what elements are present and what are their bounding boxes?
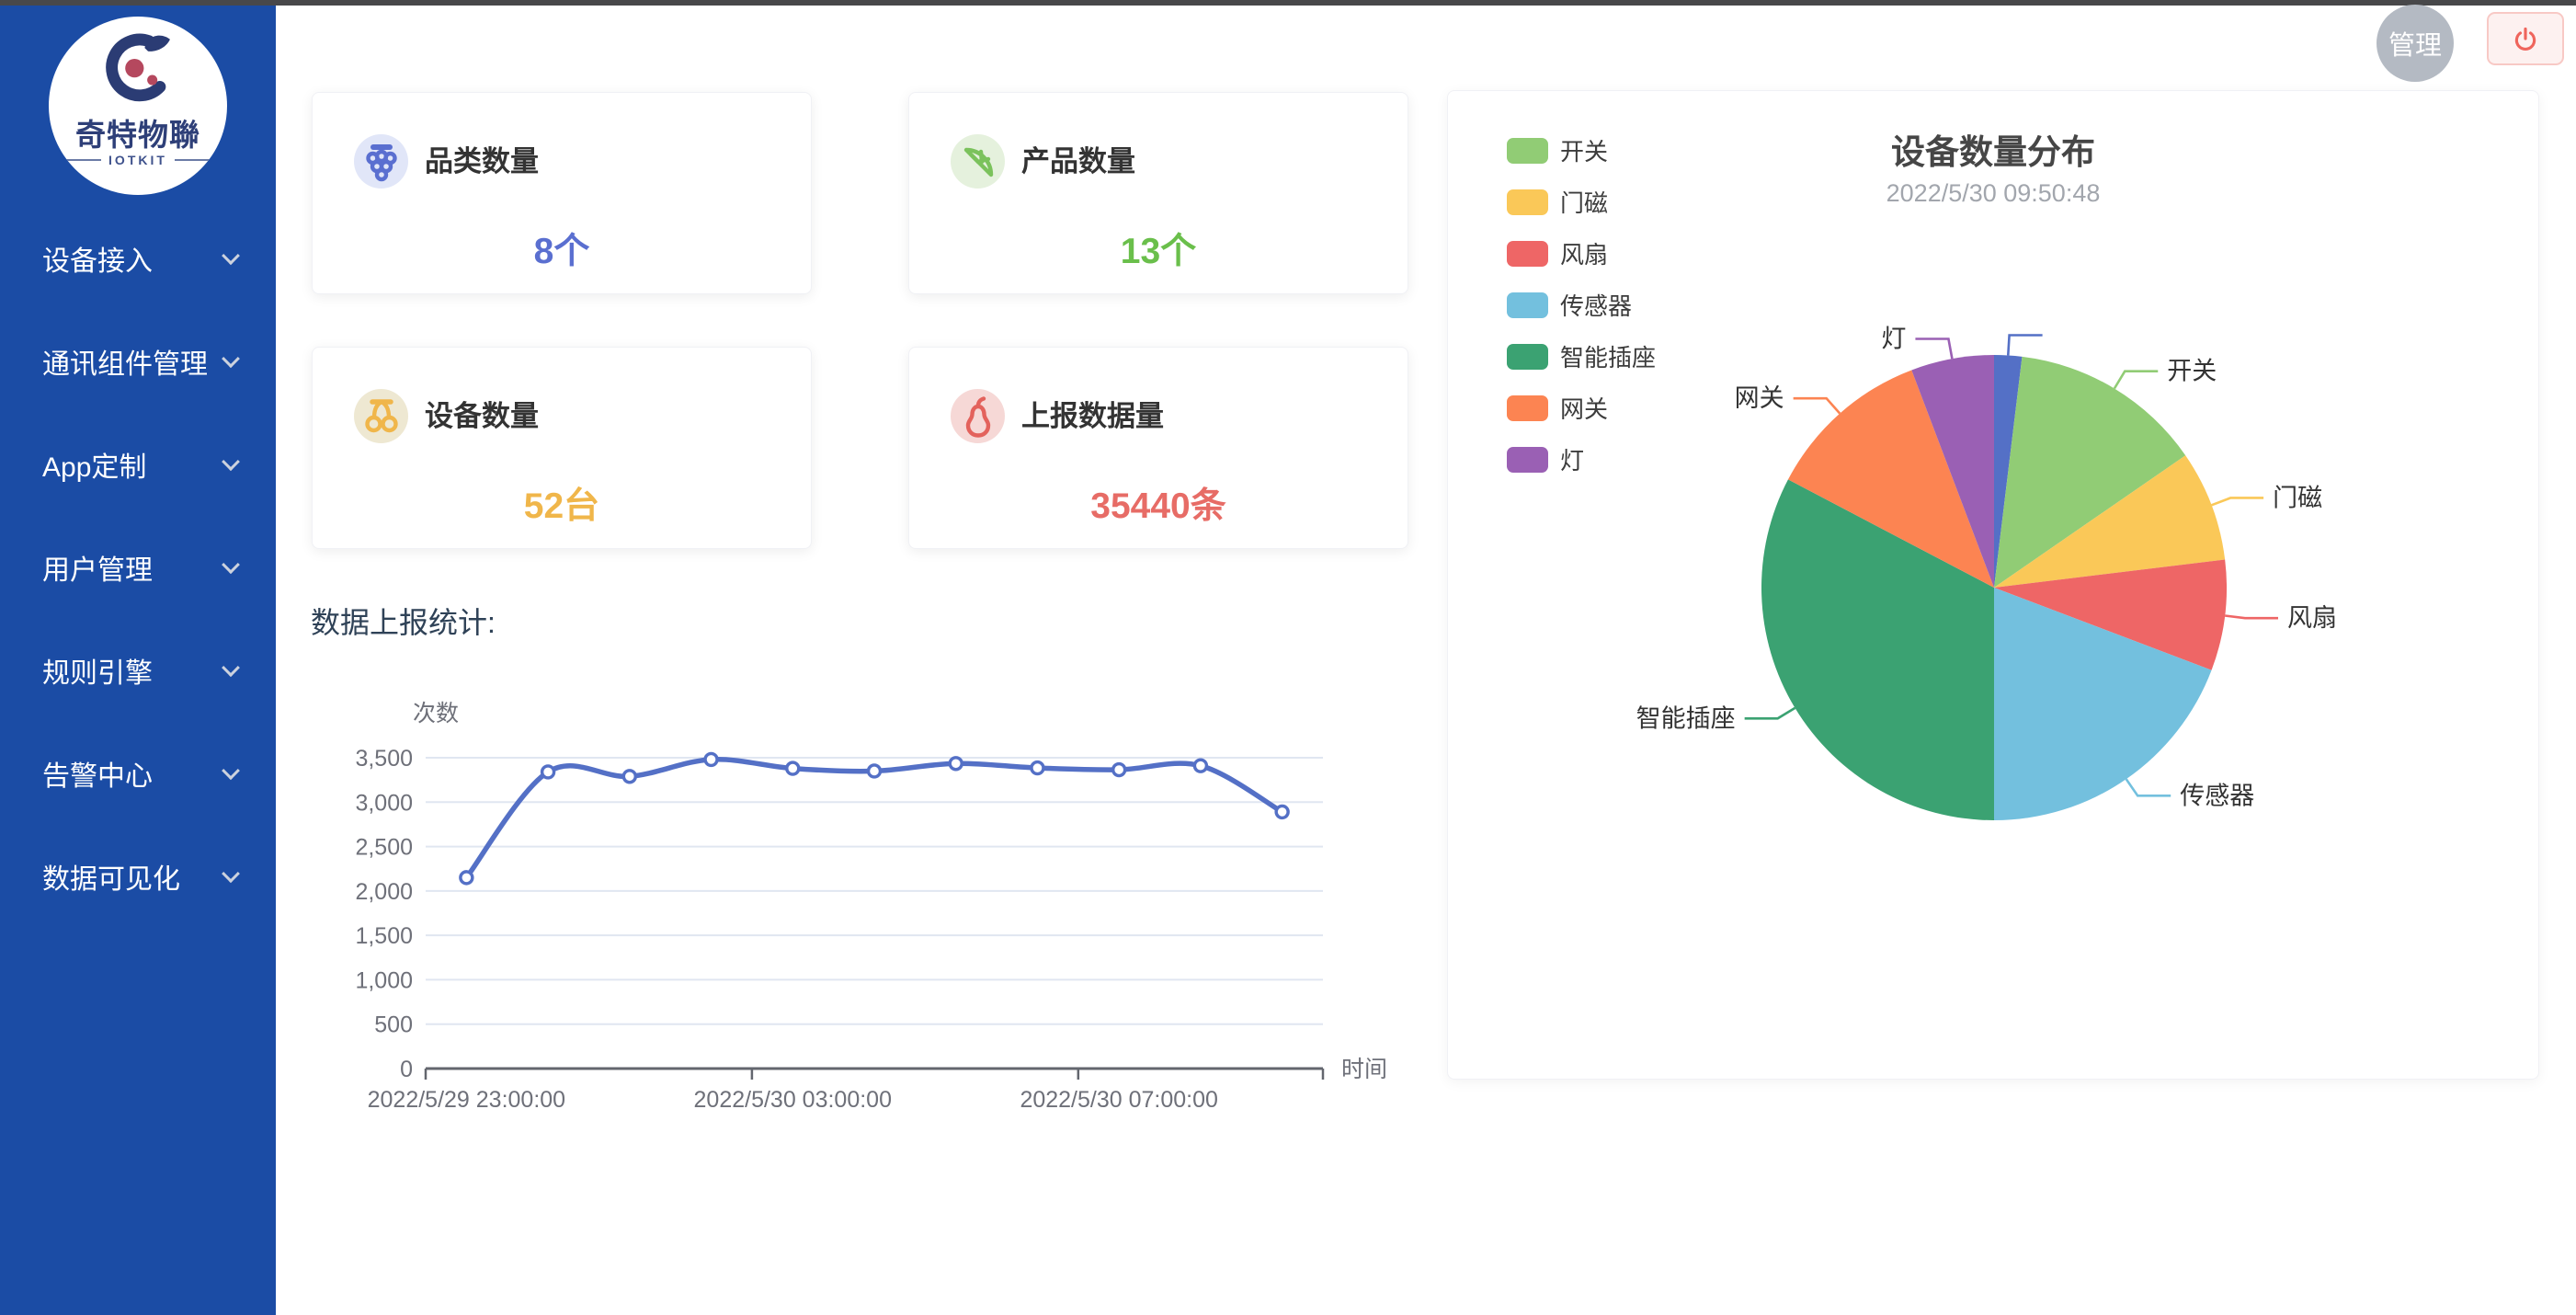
pie-chart-svg: 开关门磁风扇传感器 智能插座 网关 灯 bbox=[1448, 91, 2540, 1081]
pie-slice-label-2: 门磁 bbox=[2273, 484, 2322, 511]
chevron-down-icon bbox=[222, 761, 240, 780]
logo: 奇特物聯 IOTKIT bbox=[49, 17, 227, 195]
fruit-slice-icon bbox=[956, 140, 1000, 184]
data-point bbox=[542, 766, 554, 778]
data-point bbox=[1194, 760, 1206, 772]
pie-label-line-1 bbox=[2114, 372, 2158, 389]
pie-label-line-3 bbox=[2225, 615, 2278, 618]
stat-card-3: 上报数据量 35440条 bbox=[908, 347, 1408, 549]
data-point bbox=[787, 762, 799, 774]
data-point bbox=[461, 872, 473, 884]
x-tick-label: 2022/5/30 03:00:00 bbox=[694, 1087, 892, 1113]
grid-lines bbox=[426, 758, 1323, 1024]
stat-card-icon-circle bbox=[354, 134, 408, 189]
stat-card-icon-circle bbox=[951, 134, 1005, 189]
line-chart-heading: 数据上报统计: bbox=[311, 600, 496, 642]
data-point bbox=[1276, 806, 1288, 818]
pie-label-line-4 bbox=[2126, 779, 2171, 795]
sidebar-item-2[interactable]: App定制 bbox=[0, 413, 276, 516]
pie-slice-label-1: 开关 bbox=[2167, 358, 2217, 385]
pear-icon bbox=[956, 394, 1000, 439]
pie-label-line-0 bbox=[2008, 336, 2042, 356]
sidebar: 奇特物聯 IOTKIT 设备接入通讯组件管理 App定制用户管理规则引擎告警中心数… bbox=[0, 0, 276, 1315]
logo-title: 奇特物聯 bbox=[49, 110, 227, 154]
sidebar-item-3[interactable]: 用户管理 bbox=[0, 516, 276, 619]
pie-slice-label-7: 灯 bbox=[1881, 326, 1906, 353]
y-tick-label: 3,500 bbox=[355, 746, 413, 772]
data-point bbox=[950, 758, 962, 770]
chevron-down-icon bbox=[222, 349, 240, 368]
y-tick-label: 500 bbox=[374, 1012, 413, 1038]
chevron-down-icon bbox=[222, 658, 240, 677]
logo-swirl-icon bbox=[96, 28, 180, 112]
y-tick-label: 3,000 bbox=[355, 790, 413, 816]
line-chart-svg: 0 500 1,000 1,500 2,000 2,500 3,000 3,500次数时间 20… bbox=[306, 690, 1391, 1122]
logo-rule-right bbox=[175, 159, 211, 161]
y-tick-label: 2,500 bbox=[355, 835, 413, 861]
grapes-icon bbox=[359, 140, 404, 184]
y-tick-label: 1,000 bbox=[355, 967, 413, 993]
data-point bbox=[705, 753, 717, 765]
data-point bbox=[1032, 762, 1043, 774]
pie-label-line-6 bbox=[1794, 398, 1841, 413]
sidebar-item-5[interactable]: 告警中心 bbox=[0, 722, 276, 825]
pie-slice-label-5: 智能插座 bbox=[1636, 704, 1736, 732]
pie-label-line-7 bbox=[1915, 339, 1952, 360]
data-point bbox=[1113, 764, 1125, 776]
pie-slice-label-3: 风扇 bbox=[2287, 604, 2337, 632]
stat-card-0: 品类数量 8个 bbox=[312, 92, 812, 294]
stat-card-title: 产品数量 bbox=[1021, 134, 1135, 189]
x-axis-name: 时间 bbox=[1341, 1057, 1387, 1082]
data-point bbox=[869, 765, 881, 777]
y-tick-label: 1,500 bbox=[355, 923, 413, 949]
sidebar-item-label: 告警中心 bbox=[42, 753, 153, 794]
stat-card-value: 52台 bbox=[313, 477, 811, 529]
sidebar-item-label: 设备接入 bbox=[42, 238, 153, 279]
cherries-icon bbox=[359, 394, 404, 439]
dashboard-page: 奇特物聯 IOTKIT 设备接入通讯组件管理App定制用户管理规则引擎告警中心数… bbox=[0, 0, 2576, 1315]
stat-card-1: 产品数量 13个 bbox=[908, 92, 1408, 294]
stat-card-icon-circle bbox=[951, 389, 1005, 443]
logo-subtitle-row: IOTKIT bbox=[49, 153, 227, 167]
user-avatar[interactable]: 管理 bbox=[2377, 5, 2454, 82]
chevron-down-icon bbox=[222, 555, 240, 574]
sidebar-item-label: 通讯组件管理 bbox=[42, 341, 208, 382]
chevron-down-icon bbox=[222, 864, 240, 883]
stat-card-title: 设备数量 bbox=[425, 389, 539, 443]
stat-card-title: 品类数量 bbox=[425, 134, 539, 189]
stat-card-value: 8个 bbox=[313, 223, 811, 274]
stat-card-icon-circle bbox=[354, 389, 408, 443]
logout-button[interactable] bbox=[2487, 12, 2564, 65]
pie-slice-label-6: 网关 bbox=[1735, 384, 1784, 412]
x-tick-label: 2022/5/30 07:00:00 bbox=[1020, 1087, 1217, 1113]
sidebar-nav: 设备接入通讯组件管理 App定制用户管理规则引擎告警中心数据可见化 bbox=[0, 207, 276, 928]
sidebar-item-6[interactable]: 数据可见化 bbox=[0, 825, 276, 928]
sidebar-item-0[interactable]: 设备接入 bbox=[0, 207, 276, 310]
power-icon bbox=[2506, 19, 2545, 58]
y-axis-name: 次数 bbox=[413, 701, 459, 726]
sidebar-item-1[interactable]: 通讯组件管理 bbox=[0, 310, 276, 413]
pie-slice-label-4: 传感器 bbox=[2180, 782, 2254, 809]
logo-subtitle: IOTKIT bbox=[108, 153, 167, 167]
stat-card-2: 设备数量 52台 bbox=[312, 347, 812, 549]
chevron-down-icon bbox=[222, 246, 240, 265]
sidebar-item-4[interactable]: 规则引擎 bbox=[0, 619, 276, 722]
stat-card-value: 35440条 bbox=[909, 477, 1408, 529]
pie-chart-card: 设备数量分布 2022/5/30 09:50:48 开关门磁风扇传感器智能插座网… bbox=[1447, 90, 2539, 1080]
stat-card-value: 13个 bbox=[909, 223, 1408, 274]
data-point bbox=[623, 771, 635, 783]
pie-label-line-2 bbox=[2212, 497, 2264, 505]
sidebar-item-label: App定制 bbox=[42, 444, 146, 485]
sidebar-item-label: 用户管理 bbox=[42, 547, 153, 588]
top-dark-strip bbox=[0, 0, 2576, 6]
chevron-down-icon bbox=[222, 452, 240, 471]
sidebar-item-label: 规则引擎 bbox=[42, 650, 153, 691]
pie-label-line-5 bbox=[1745, 708, 1795, 718]
stat-card-title: 上报数据量 bbox=[1021, 389, 1164, 443]
logo-rule-left bbox=[64, 159, 101, 161]
x-tick-label: 2022/5/29 23:00:00 bbox=[368, 1087, 565, 1113]
y-tick-label: 0 bbox=[400, 1057, 413, 1082]
sidebar-item-label: 数据可见化 bbox=[42, 856, 180, 897]
y-tick-label: 2,000 bbox=[355, 879, 413, 905]
